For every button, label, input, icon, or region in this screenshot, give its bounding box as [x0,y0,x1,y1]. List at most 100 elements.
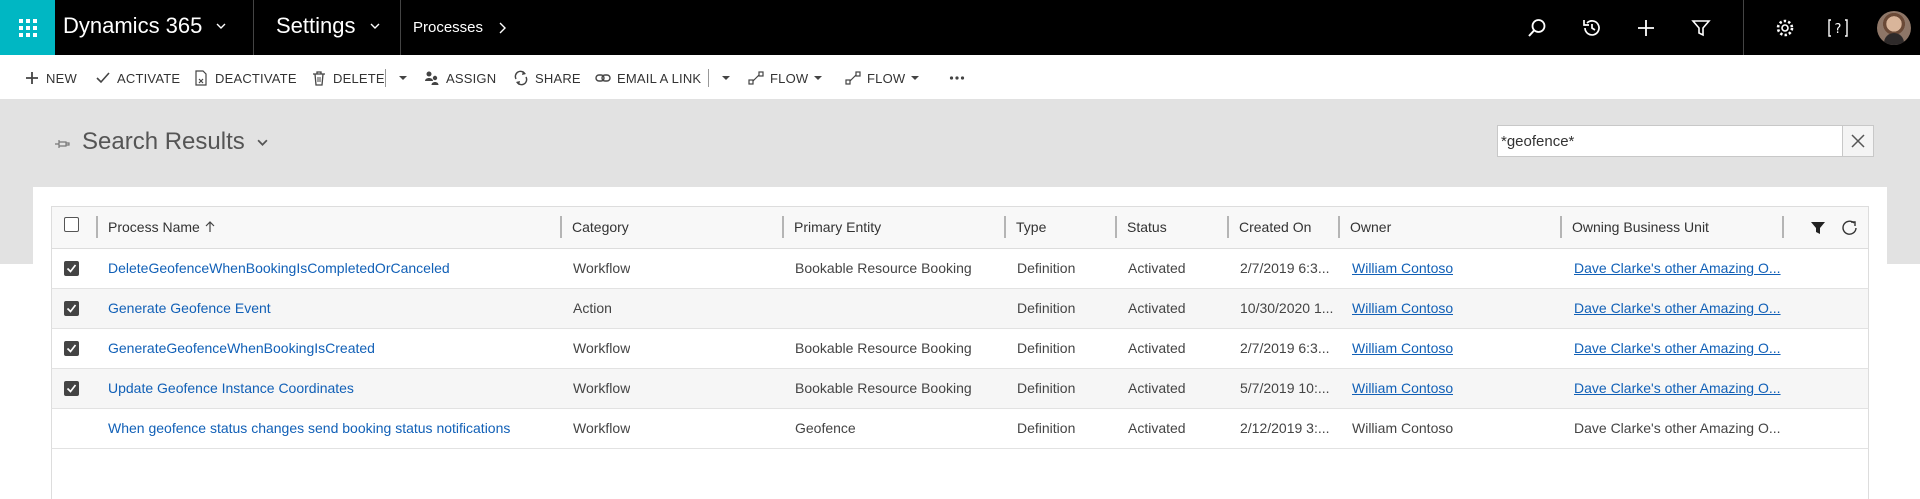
plus-icon [26,72,38,84]
business-unit-link[interactable]: Dave Clarke's other Amazing O... [1574,260,1781,276]
deactivate-button[interactable]: DEACTIVATE [193,68,297,88]
chevron-down-icon [216,23,226,29]
app-switcher[interactable]: Dynamics 365 [63,13,226,39]
owner-link[interactable]: William Contoso [1352,340,1453,356]
nav-divider [253,0,254,55]
view-title: Search Results [82,128,245,155]
link-icon [595,74,611,82]
recent-button[interactable] [1581,17,1603,39]
clear-search-button[interactable] [1842,125,1874,157]
column-divider [96,216,98,238]
table-row[interactable]: Update Geofence Instance Coordinates Wor… [51,369,1869,409]
sort-ascending-icon [205,221,215,232]
table-row[interactable]: DeleteGeofenceWhenBookingIsCompletedOrCa… [51,249,1869,289]
process-name-link[interactable]: Generate Geofence Event [108,300,548,316]
type-cell: Definition [1017,380,1076,396]
activate-button[interactable]: ACTIVATE [95,68,180,88]
table-row[interactable]: Generate Geofence Event Action Definitio… [51,289,1869,329]
row-checkbox[interactable] [64,261,79,276]
business-unit-text[interactable]: Dave Clarke's other Amazing O... [1574,420,1781,436]
more-delete-dropdown[interactable] [393,68,407,88]
flow-button-2[interactable]: FLOW [845,68,920,88]
more-commands-button[interactable] [948,68,972,88]
history-icon [1583,20,1600,36]
column-header-type[interactable]: Type [1016,219,1046,235]
column-header-owner[interactable]: Owner [1350,219,1391,235]
pin-icon[interactable] [54,136,70,152]
delete-button[interactable]: DELETE [311,68,385,88]
grid-empty-area [51,449,1869,499]
breadcrumb[interactable]: Processes [413,19,507,36]
refresh-icon[interactable] [1841,219,1859,237]
column-header-label: Status [1127,219,1167,235]
owner-text[interactable]: William Contoso [1352,420,1453,436]
business-unit-link[interactable]: Dave Clarke's other Amazing O... [1574,380,1781,396]
help-icon: ? [1828,19,1848,37]
command-divider [385,69,386,87]
column-header-primary-entity[interactable]: Primary Entity [794,219,881,235]
search-input[interactable] [1498,126,1803,156]
more-email-dropdown[interactable] [716,68,730,88]
column-header-status[interactable]: Status [1127,219,1167,235]
help-button[interactable]: ? [1827,17,1849,39]
table-row[interactable]: GenerateGeofenceWhenBookingIsCreated Wor… [51,329,1869,369]
select-all-checkbox[interactable] [64,217,79,232]
app-launcher-button[interactable] [0,0,55,55]
column-header-process-name[interactable]: Process Name [108,219,216,235]
row-checkbox[interactable] [64,301,79,316]
flow-icon [845,71,861,85]
email-link-label: EMAIL A LINK [617,70,702,86]
flow-icon [748,71,764,85]
delete-label: DELETE [333,70,385,86]
chevron-down-icon [370,23,379,29]
column-divider [1227,216,1229,238]
status-cell: Activated [1128,420,1186,436]
row-checkbox[interactable] [64,381,79,396]
created-on-cell: 10/30/2020 1... [1240,300,1334,316]
waffle-icon [18,18,37,37]
process-name-link[interactable]: Update Geofence Instance Coordinates [108,380,548,396]
advanced-find-button[interactable] [1690,17,1712,39]
share-icon [514,70,528,86]
search-button[interactable] [1526,17,1548,39]
share-button[interactable]: SHARE [513,68,581,88]
check-icon [66,384,77,393]
column-header-owning-business-unit[interactable]: Owning Business Unit [1572,219,1709,235]
flow-button-1[interactable]: FLOW [748,68,823,88]
primary-entity-cell: Bookable Resource Booking [795,380,972,396]
gear-icon [1776,19,1794,37]
top-nav-bar: Dynamics 365 Settings Processes ? [0,0,1920,55]
view-selector[interactable]: Search Results [82,128,268,156]
owner-link[interactable]: William Contoso [1352,380,1453,396]
process-name-link[interactable]: DeleteGeofenceWhenBookingIsCompletedOrCa… [108,260,548,276]
column-header-label: Type [1016,219,1047,235]
flow-label-2: FLOW [867,70,906,86]
area-switcher[interactable]: Settings [276,13,380,39]
column-header-category[interactable]: Category [572,219,629,235]
status-cell: Activated [1128,380,1186,396]
email-link-button[interactable]: EMAIL A LINK [595,68,701,88]
process-name-link[interactable]: GenerateGeofenceWhenBookingIsCreated [108,340,548,356]
user-avatar[interactable] [1877,11,1911,45]
owner-link[interactable]: William Contoso [1352,300,1453,316]
caret-down-icon [399,76,407,80]
search-icon [1528,19,1546,37]
new-button[interactable]: NEW [24,68,77,88]
column-divider [1782,216,1784,238]
process-name-link[interactable]: When geofence status changes send bookin… [108,420,548,436]
grid-header: Process Name Category Primary Entity Typ… [51,206,1869,249]
business-unit-link[interactable]: Dave Clarke's other Amazing O... [1574,340,1781,356]
new-label: NEW [46,70,77,86]
owner-link[interactable]: William Contoso [1352,260,1453,276]
status-cell: Activated [1128,300,1186,316]
assign-button[interactable]: ASSIGN [424,68,496,88]
business-unit-link[interactable]: Dave Clarke's other Amazing O... [1574,300,1781,316]
row-checkbox[interactable] [64,341,79,356]
create-button[interactable] [1635,17,1657,39]
column-header-created-on[interactable]: Created On [1239,219,1311,235]
trash-icon [313,71,325,86]
settings-button[interactable] [1774,17,1796,39]
table-row[interactable]: When geofence status changes send bookin… [51,409,1869,449]
filter-icon[interactable] [1810,220,1826,236]
category-cell: Action [573,300,612,316]
